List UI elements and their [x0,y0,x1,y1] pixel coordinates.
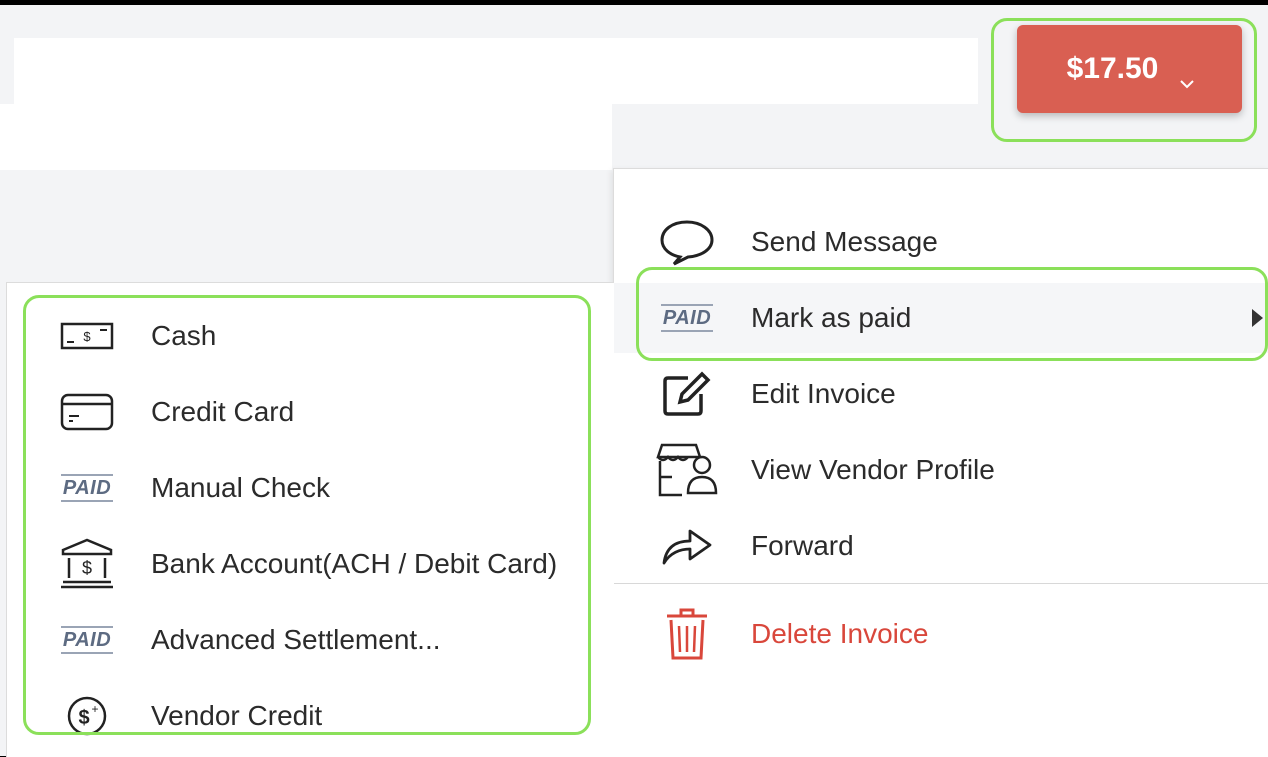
menu-item-delete-invoice[interactable]: Delete Invoice [614,599,1268,669]
bank-icon: $ [57,538,117,589]
invoice-actions-menu: Send Message PAID Mark as paid Edit Invo… [613,168,1268,757]
submenu-item-label: Advanced Settlement... [151,624,441,655]
vendor-profile-icon [654,443,720,497]
amount-label: $17.50 [1066,52,1159,85]
menu-item-view-vendor-profile[interactable]: View Vendor Profile [614,435,1268,505]
forward-icon [654,520,720,572]
submenu-item-label: Credit Card [151,396,295,427]
paid-icon: PAID [57,615,117,665]
menu-item-mark-as-paid[interactable]: PAID Mark as paid [614,283,1268,353]
submenu-item-credit-card[interactable]: Credit Card [13,379,613,445]
svg-text:+: + [91,702,98,716]
menu-item-label: View Vendor Profile [751,454,995,485]
menu-item-edit-invoice[interactable]: Edit Invoice [614,359,1268,429]
speech-bubble-icon [654,216,720,268]
edit-icon [654,368,720,420]
submenu-item-label: Manual Check [151,472,330,503]
payment-method-submenu: $ Cash Credit Card PAID Manual Check $ B… [6,282,614,757]
menu-item-forward[interactable]: Forward [614,511,1268,581]
menu-divider [614,583,1268,584]
svg-text:$: $ [78,707,89,729]
menu-item-label: Edit Invoice [751,378,896,409]
vendor-credit-icon: $ + [57,691,117,741]
submenu-item-label: Vendor Credit [151,700,323,731]
svg-text:$: $ [83,329,91,344]
amount-dropdown-button[interactable]: $17.50 [1017,25,1242,113]
submenu-item-cash[interactable]: $ Cash [13,303,613,369]
menu-item-label: Send Message [751,226,938,257]
cash-icon: $ [57,311,117,361]
credit-card-icon [57,387,117,437]
content-area [0,104,612,170]
svg-text:$: $ [82,558,92,578]
submenu-item-label: Bank Account(ACH / Debit Card) [151,548,558,579]
submenu-item-label: Cash [151,320,217,351]
paid-icon: PAID [654,292,720,344]
submenu-item-advanced-settlement[interactable]: PAID Advanced Settlement... [13,607,613,673]
submenu-item-bank-account[interactable]: $ Bank Account(ACH / Debit Card) [13,531,613,597]
chevron-down-icon [1180,63,1195,89]
menu-item-label: Delete Invoice [751,618,929,649]
menu-item-label: Forward [751,530,854,561]
header-area [14,38,978,104]
submenu-item-vendor-credit[interactable]: $ + Vendor Credit [13,683,613,749]
trash-icon [654,608,720,660]
menu-item-label: Mark as paid [751,302,912,333]
submenu-arrow-icon [1252,309,1263,327]
paid-icon: PAID [57,463,117,513]
menu-item-send-message[interactable]: Send Message [614,207,1268,277]
submenu-item-manual-check[interactable]: PAID Manual Check [13,455,613,521]
